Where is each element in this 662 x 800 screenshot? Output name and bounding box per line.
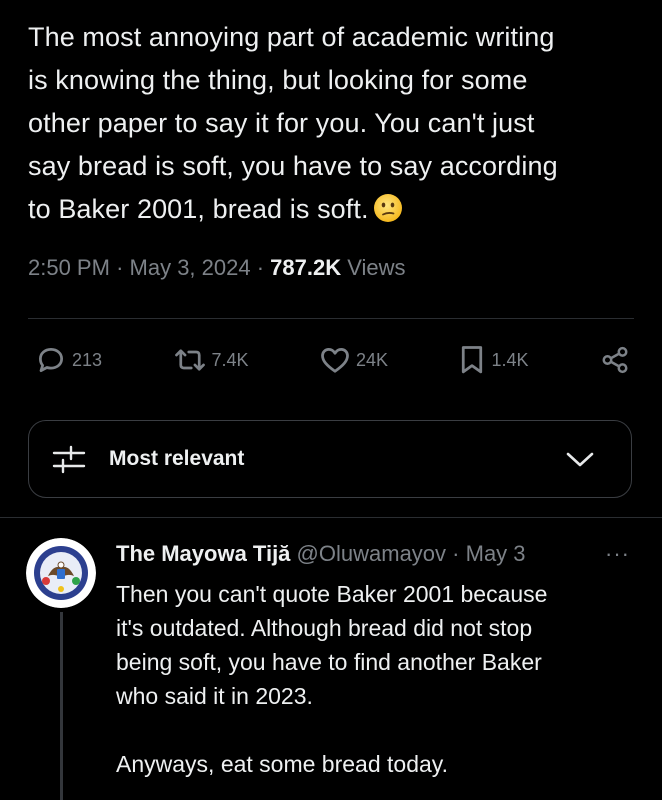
- tweet-time[interactable]: 2:50 PM: [28, 255, 110, 280]
- repost-button[interactable]: 7.4K: [174, 345, 249, 375]
- reply-text-line: Then you can't quote Baker 2001 because: [116, 581, 548, 607]
- tweet-text-line: say bread is soft, you have to say accor…: [28, 151, 558, 181]
- repost-icon: [174, 349, 205, 371]
- divider: [28, 318, 634, 319]
- confused-face-emoji-icon: [373, 194, 402, 222]
- like-button[interactable]: 24K: [320, 346, 388, 374]
- reply-date[interactable]: May 3: [466, 541, 526, 566]
- tweet-date[interactable]: May 3, 2024: [130, 255, 251, 280]
- views-count[interactable]: 787.2K: [270, 255, 341, 280]
- sort-label: Most relevant: [109, 447, 245, 470]
- tweet-meta: 2:50 PM · May 3, 2024 · 787.2K Views: [28, 255, 406, 281]
- reply-text-line: who said it in 2023.: [116, 683, 313, 709]
- profile-picture-icon: [26, 538, 96, 608]
- reply-count: 213: [72, 349, 103, 370]
- tweet-text-line: to Baker 2001, bread is soft.: [28, 194, 369, 224]
- reply-bubble-icon: [39, 348, 63, 372]
- bookmark-icon: [462, 346, 483, 374]
- tweet-text-line-last: to Baker 2001, bread is soft.: [28, 188, 638, 231]
- tweet-text-line: The most annoying part of academic writi…: [28, 22, 555, 52]
- tweet-text-line: other paper to say it for you. You can't…: [28, 108, 535, 138]
- reply-text-line: it's outdated. Although bread did not st…: [116, 615, 533, 641]
- tweet-text: The most annoying part of academic writi…: [28, 16, 638, 231]
- heart-icon: [321, 348, 349, 373]
- like-count: 24K: [355, 349, 389, 370]
- repost-count: 7.4K: [211, 349, 249, 370]
- bookmark-button[interactable]: 1.4K: [459, 345, 529, 375]
- reply-text-line: Anyways, eat some bread today.: [116, 751, 448, 777]
- reply-display-name[interactable]: The Mayowa Tijă: [116, 541, 290, 566]
- meta-separator: ·: [256, 255, 265, 280]
- meta-separator: ·: [452, 541, 460, 566]
- reply-text-line: being soft, you have to find another Bak…: [116, 649, 542, 675]
- reply-handle[interactable]: @Oluwamayov: [297, 541, 447, 566]
- views-label: Views: [347, 255, 406, 280]
- divider: [0, 517, 662, 518]
- thread-line: [60, 612, 63, 800]
- share-icon: [602, 346, 628, 374]
- share-button[interactable]: [600, 345, 630, 375]
- avatar[interactable]: [26, 538, 96, 608]
- chevron-down-icon: [566, 452, 594, 467]
- tweet-text-line: is knowing the thing, but looking for so…: [28, 65, 528, 95]
- reply-header: The Mayowa Tijă @Oluwamayov · May 3: [116, 541, 526, 567]
- reply-button[interactable]: 213: [36, 345, 102, 375]
- more-options-icon[interactable]: ···: [605, 541, 630, 567]
- reply-sort-dropdown[interactable]: Most relevant: [28, 420, 632, 498]
- action-bar: 213 7.4K 24K 1.4K: [36, 340, 630, 380]
- meta-separator: ·: [116, 255, 124, 280]
- reply-text: Then you can't quote Baker 2001 because …: [116, 577, 646, 781]
- bookmark-count: 1.4K: [491, 349, 529, 370]
- sort-sliders-icon: [52, 445, 86, 474]
